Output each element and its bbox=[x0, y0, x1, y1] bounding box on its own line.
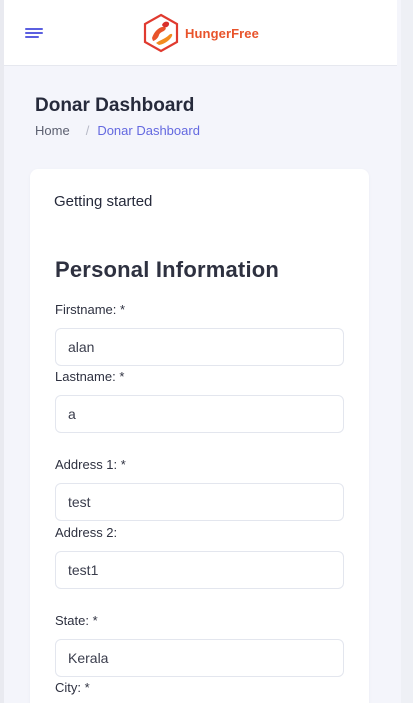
helping-hands-logo bbox=[143, 13, 179, 53]
lastname-input[interactable] bbox=[55, 395, 344, 433]
firstname-label: Firstname: * bbox=[55, 302, 126, 317]
breadcrumb-home-link[interactable]: Home bbox=[35, 123, 70, 138]
lastname-label: Lastname: * bbox=[55, 369, 125, 384]
firstname-input[interactable] bbox=[55, 328, 344, 366]
city-label: City: * bbox=[55, 680, 90, 695]
state-label: State: * bbox=[55, 613, 98, 628]
breadcrumb-current: Donar Dashboard bbox=[97, 123, 200, 138]
window-left-edge bbox=[0, 0, 4, 703]
getting-started-card: Getting started Personal Information Fir… bbox=[30, 169, 369, 703]
card-header: Getting started bbox=[54, 193, 153, 210]
address2-input[interactable] bbox=[55, 551, 344, 589]
address1-input[interactable] bbox=[55, 483, 344, 521]
state-input[interactable] bbox=[55, 639, 344, 677]
brand-name: HungerFree bbox=[185, 25, 259, 41]
top-navbar: HungerFree bbox=[4, 0, 397, 66]
breadcrumb-separator: / bbox=[85, 123, 90, 138]
page-title: Donar Dashboard bbox=[35, 95, 195, 116]
breadcrumb: Home / Donar Dashboard bbox=[35, 123, 200, 138]
section-title: Personal Information bbox=[55, 257, 280, 282]
hamburger-menu-icon[interactable] bbox=[25, 28, 43, 40]
brand[interactable]: HungerFree bbox=[140, 13, 259, 53]
address2-label: Address 2: bbox=[55, 525, 118, 540]
address1-label: Address 1: * bbox=[55, 457, 126, 472]
window-right-edge bbox=[401, 0, 413, 703]
